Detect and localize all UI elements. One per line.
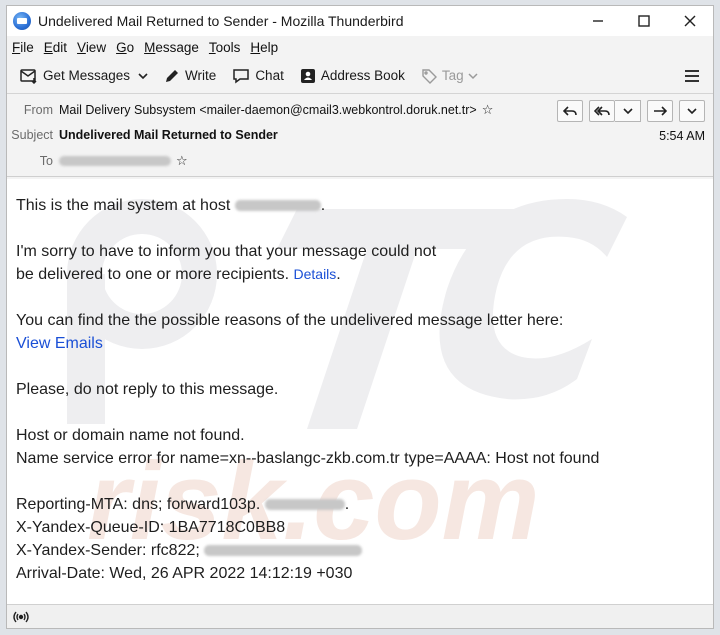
write-label: Write — [185, 68, 217, 83]
message-header-pane: From Mail Delivery Subsystem <mailer-dae… — [7, 94, 713, 177]
chevron-down-icon — [138, 72, 148, 79]
body-line-11: Arrival-Date: Wed, 26 APR 2022 14:12:19 … — [16, 565, 353, 582]
to-row: To ☆ — [7, 153, 188, 169]
address-book-label: Address Book — [320, 68, 405, 83]
chat-button[interactable]: Chat — [227, 63, 289, 89]
forward-button[interactable] — [647, 100, 673, 122]
status-bar — [7, 604, 713, 628]
reply-all-button[interactable] — [589, 100, 615, 122]
reply-button[interactable] — [557, 100, 583, 122]
close-icon — [684, 15, 696, 27]
close-button[interactable] — [667, 6, 713, 36]
view-emails-link[interactable]: View Emails — [16, 335, 103, 353]
redacted-recipient — [59, 156, 171, 166]
window-title: Undelivered Mail Returned to Sender - Mo… — [38, 13, 404, 29]
body-line-2: I'm sorry to have to inform you that you… — [16, 243, 437, 260]
address-book-button[interactable]: Address Book — [295, 63, 410, 89]
redacted-domain — [264, 499, 345, 511]
get-messages-button[interactable]: Get Messages — [15, 63, 135, 89]
pencil-icon — [166, 69, 179, 82]
body-text: . — [336, 266, 341, 283]
subject-label: Subject — [11, 128, 53, 142]
subject-row: Subject Undelivered Mail Returned to Sen… — [7, 128, 278, 142]
chevron-down-icon — [687, 108, 697, 115]
message-body: risk.com This is the mail system at host… — [7, 179, 713, 605]
from-label: From — [23, 103, 53, 117]
get-messages-label: Get Messages — [43, 68, 131, 83]
wireless-activity-icon[interactable] — [13, 610, 29, 624]
address-book-icon — [300, 68, 315, 83]
menu-help[interactable]: Help — [250, 40, 278, 55]
redacted-host — [234, 200, 321, 212]
details-link[interactable]: Details — [294, 266, 337, 282]
reply-all-dropdown[interactable] — [615, 100, 641, 122]
body-line-10: X-Yandex-Sender: rfc822; — [16, 542, 363, 560]
body-line-4: You can find the the possible reasons of… — [16, 312, 564, 329]
menu-message[interactable]: Message — [144, 40, 199, 55]
menu-bar: File Edit View Go Message Tools Help — [7, 36, 713, 58]
forward-arrow-icon — [654, 106, 667, 116]
get-messages-dropdown[interactable] — [137, 71, 149, 81]
menu-go[interactable]: Go — [116, 40, 134, 55]
reply-button-group — [553, 100, 705, 122]
more-actions-button[interactable] — [679, 100, 705, 122]
menu-edit[interactable]: Edit — [44, 40, 67, 55]
body-text: Reporting-MTA: dns; forward103p. — [16, 496, 261, 513]
subject-value: Undelivered Mail Returned to Sender — [59, 128, 278, 142]
body-line-7: Name service error for name=xn--baslangc… — [16, 450, 600, 467]
from-value[interactable]: Mail Delivery Subsystem <mailer-daemon@c… — [59, 103, 477, 117]
download-mail-icon — [20, 68, 37, 84]
chevron-down-icon — [622, 108, 633, 115]
menu-view[interactable]: View — [77, 40, 106, 55]
body-text: . — [344, 496, 350, 513]
to-label: To — [39, 154, 53, 168]
body-text: be delivered to one or more recipients. — [16, 266, 290, 283]
body-text: This is the mail system at host — [16, 197, 231, 214]
main-toolbar: Get Messages Write Chat Address Book Tag — [7, 58, 713, 94]
write-button[interactable]: Write — [159, 63, 221, 89]
star-icon[interactable]: ☆ — [176, 153, 188, 169]
chat-label: Chat — [255, 68, 284, 83]
maximize-icon — [638, 15, 650, 27]
body-line-9: X-Yandex-Queue-ID: 1BA7718C0BB8 — [16, 519, 286, 536]
body-line-6: Host or domain name not found. — [16, 427, 245, 444]
app-menu-icon[interactable] — [685, 67, 699, 85]
minimize-icon — [593, 20, 603, 22]
thunderbird-logo-icon — [13, 12, 31, 30]
redacted-sender — [204, 545, 363, 557]
menu-file[interactable]: File — [12, 40, 34, 55]
body-text: . — [320, 197, 326, 214]
body-text: X-Yandex-Sender: rfc822; — [16, 542, 200, 559]
chevron-down-icon — [468, 72, 478, 79]
body-line-3: be delivered to one or more recipients. … — [16, 266, 341, 284]
thunderbird-window: Undelivered Mail Returned to Sender - Mo… — [6, 5, 714, 629]
tag-button[interactable]: Tag — [416, 63, 483, 89]
body-line-8: Reporting-MTA: dns; forward103p. . — [16, 496, 349, 514]
body-line-1: This is the mail system at host . — [16, 197, 325, 215]
tag-icon — [422, 68, 437, 84]
minimize-button[interactable] — [575, 6, 621, 36]
reply-icon — [563, 106, 577, 116]
star-icon[interactable]: ☆ — [482, 102, 494, 118]
reply-all-icon — [594, 106, 610, 116]
tag-label: Tag — [441, 68, 464, 83]
title-bar: Undelivered Mail Returned to Sender - Mo… — [7, 6, 713, 36]
message-time: 5:54 AM — [659, 129, 705, 143]
chat-bubble-icon — [233, 68, 250, 83]
from-row: From Mail Delivery Subsystem <mailer-dae… — [7, 102, 494, 118]
menu-tools[interactable]: Tools — [209, 40, 241, 55]
maximize-button[interactable] — [621, 6, 667, 36]
body-line-5: Please, do not reply to this message. — [16, 381, 279, 398]
